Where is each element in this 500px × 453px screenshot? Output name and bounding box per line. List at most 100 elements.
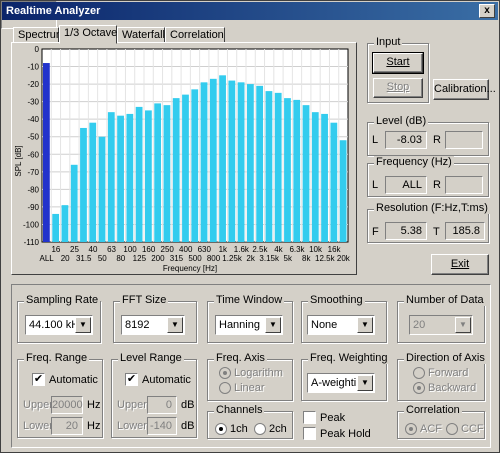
level-range-title: Level Range <box>118 352 184 364</box>
smoothing-value: None <box>311 319 338 331</box>
frequency-r-value <box>445 176 483 194</box>
tab-correlation[interactable]: Correlation <box>165 27 225 43</box>
x-tick-label: 3.15k <box>259 254 280 263</box>
x-tick-label: 200 <box>151 254 165 263</box>
fft-size-select[interactable]: 8192 ▼ <box>121 315 185 335</box>
direction-of-axis-title: Direction of Axis <box>404 352 487 364</box>
close-icon[interactable]: x <box>479 4 495 18</box>
x-tick-label: 2k <box>246 254 255 263</box>
y-tick-label: -20 <box>27 80 39 89</box>
x-tick-label: 20k <box>337 254 351 263</box>
level-range-upper-field[interactable]: 0 <box>147 396 177 414</box>
ccf-radio[interactable] <box>446 423 458 435</box>
x-tick-label: 630 <box>198 245 212 254</box>
correlation-title: Correlation <box>404 404 462 416</box>
forward-label: Forward <box>428 367 469 379</box>
peak-hold-label: Peak Hold <box>320 428 371 440</box>
frequency-l-label: L <box>372 179 379 191</box>
x-tick-label: 5k <box>284 254 293 263</box>
chevron-down-icon[interactable]: ▼ <box>357 317 373 333</box>
chevron-down-icon[interactable]: ▼ <box>455 317 471 333</box>
level-l-value: -8.03 <box>385 131 427 149</box>
number-of-data-select[interactable]: 20 ▼ <box>409 315 473 335</box>
tab-spectrum[interactable]: Spectrum <box>13 27 65 43</box>
freq-range-automatic-checkbox[interactable]: ✔ <box>32 373 45 386</box>
x-tick-label: 50 <box>98 254 107 263</box>
linear-radio[interactable] <box>219 382 231 394</box>
x-tick-label: 25 <box>70 245 79 254</box>
x-tick-label: ALL <box>40 254 55 263</box>
frequency-title: Frequency (Hz) <box>374 156 454 168</box>
level-range-lower-label: Lower <box>117 420 147 432</box>
x-tick-label: 250 <box>161 245 175 254</box>
frequency-l-value: ALL <box>385 176 427 194</box>
x-tick-label: 63 <box>107 245 116 254</box>
frequency-r-label: R <box>433 179 441 191</box>
peak-label: Peak <box>320 412 346 424</box>
exit-button[interactable]: Exit <box>431 254 489 275</box>
forward-radio[interactable] <box>413 367 425 379</box>
x-tick-label: 800 <box>207 254 221 263</box>
ch1-radio[interactable] <box>215 423 227 435</box>
backward-radio[interactable] <box>413 382 425 394</box>
y-tick-label: -10 <box>27 63 39 72</box>
freq-range-lower-field[interactable]: 20 <box>51 417 83 435</box>
level-range-lower-field[interactable]: -140 <box>147 417 177 435</box>
level-r-label: R <box>433 134 441 146</box>
level-range-upper-unit: dB <box>181 399 195 411</box>
stop-label: Stop <box>386 81 410 93</box>
x-tick-label: 1.25k <box>222 254 243 263</box>
bar <box>293 99 301 242</box>
x-tick-label: 12.5k <box>315 254 336 263</box>
title-bar: Realtime Analyzer x <box>2 2 498 20</box>
freq-axis-group: Freq. Axis <box>207 352 293 401</box>
chevron-down-icon[interactable]: ▼ <box>357 375 373 391</box>
chevron-down-icon[interactable]: ▼ <box>167 317 183 333</box>
bar <box>117 115 124 242</box>
chevron-down-icon[interactable]: ▼ <box>75 317 91 333</box>
tab-third-octave[interactable]: 1/3 Octave <box>59 25 117 44</box>
chevron-down-icon[interactable]: ▼ <box>265 317 281 333</box>
resolution-t-value: 185.8 <box>445 222 485 240</box>
x-axis-label: Frequency [Hz] <box>163 264 217 273</box>
logarithm-radio[interactable] <box>219 367 231 379</box>
freq-weighting-title: Freq. Weighting <box>308 352 390 364</box>
y-tick-label: -100 <box>23 220 40 229</box>
octave-chart: SPL [dB] Frequency [Hz] 0 -10 -20 -30 -40 -50… <box>14 45 351 273</box>
smoothing-select[interactable]: None ▼ <box>307 315 375 335</box>
bar <box>237 82 245 242</box>
peak-checkbox[interactable] <box>303 411 316 424</box>
acf-radio[interactable] <box>405 423 417 435</box>
bar-all <box>43 63 50 242</box>
freq-range-upper-unit: Hz <box>87 399 101 411</box>
freq-weighting-select[interactable]: A-weighting ▼ <box>307 373 375 393</box>
tab-waterfall[interactable]: Waterfall <box>117 27 165 43</box>
ch1-label: 1ch <box>230 423 248 435</box>
logarithm-label: Logarithm <box>234 367 283 379</box>
stop-button[interactable]: Stop <box>373 78 423 98</box>
x-tick-label: 500 <box>188 254 202 263</box>
y-tick-label: -70 <box>27 168 39 177</box>
freq-range-automatic-label: Automatic <box>49 374 98 386</box>
bar <box>145 110 152 242</box>
bar <box>191 89 199 242</box>
start-label: Start <box>386 56 410 68</box>
bar <box>61 205 69 242</box>
ch2-radio[interactable] <box>254 423 266 435</box>
level-range-automatic-checkbox[interactable]: ✔ <box>125 373 138 386</box>
resolution-t-label: T <box>433 226 440 238</box>
time-window-select[interactable]: Hanning ▼ <box>215 315 283 335</box>
start-button[interactable]: Start <box>372 52 424 74</box>
x-tick-label: 31.5 <box>76 254 92 263</box>
x-tick-label: 125 <box>133 254 147 263</box>
peak-hold-checkbox[interactable] <box>303 427 316 440</box>
freq-range-upper-field[interactable]: 20000 <box>51 396 83 414</box>
x-tick-label: 10k <box>309 245 323 254</box>
sampling-rate-select[interactable]: 44.100 kHz ▼ <box>25 315 93 335</box>
freq-range-lower-unit: Hz <box>87 420 101 432</box>
number-of-data-title: Number of Data <box>404 294 486 306</box>
y-axis-label: SPL [dB] <box>14 145 23 176</box>
y-tick-label: -50 <box>27 133 39 142</box>
calibration-button[interactable]: Calibration... <box>433 79 496 100</box>
bar <box>274 92 282 242</box>
